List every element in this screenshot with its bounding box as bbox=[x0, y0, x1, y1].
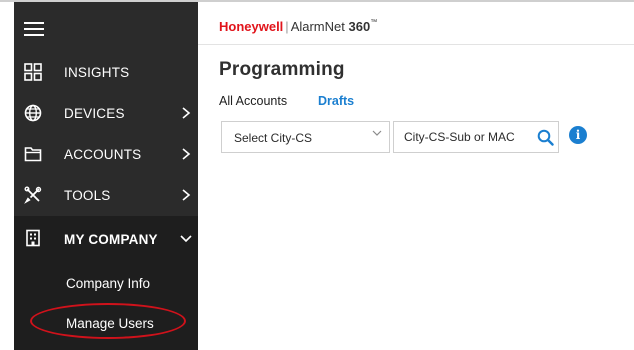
chevron-right-icon bbox=[182, 107, 191, 119]
sidebar: INSIGHTS DEVICES ACCOUNTS TOOLS MY COMPA… bbox=[14, 2, 198, 350]
my-company-submenu: Company Info Manage Users bbox=[14, 262, 198, 350]
tab-all-accounts[interactable]: All Accounts bbox=[219, 94, 287, 108]
sidebar-item-label: INSIGHTS bbox=[64, 64, 130, 80]
sidebar-item-label: DEVICES bbox=[64, 105, 125, 121]
brand-name: Honeywell bbox=[219, 19, 284, 34]
hamburger-menu-icon[interactable] bbox=[24, 21, 44, 37]
top-header: Honeywell | AlarmNet 360™ bbox=[198, 2, 634, 45]
sidebar-item-devices[interactable]: DEVICES bbox=[14, 93, 198, 133]
sidebar-item-tools[interactable]: TOOLS bbox=[14, 175, 198, 215]
city-cs-select[interactable]: Select City-CS bbox=[221, 121, 390, 153]
sidebar-item-insights[interactable]: INSIGHTS bbox=[14, 52, 198, 92]
select-value: Select City-CS bbox=[234, 131, 313, 145]
brand-logo: Honeywell | AlarmNet 360™ bbox=[219, 19, 377, 34]
search-icon[interactable] bbox=[537, 129, 554, 146]
sidebar-item-label: TOOLS bbox=[64, 187, 111, 203]
submenu-item-manage-users[interactable]: Manage Users bbox=[14, 308, 198, 340]
building-icon bbox=[26, 229, 40, 247]
sidebar-item-label: ACCOUNTS bbox=[64, 146, 142, 162]
sidebar-item-accounts[interactable]: ACCOUNTS bbox=[14, 134, 198, 174]
product-name: AlarmNet 360™ bbox=[291, 19, 378, 34]
submenu-item-company-info[interactable]: Company Info bbox=[14, 268, 198, 300]
folder-icon bbox=[24, 147, 42, 162]
chevron-down-icon bbox=[180, 235, 192, 243]
chevron-right-icon bbox=[182, 189, 191, 201]
grid-icon bbox=[24, 63, 42, 81]
search-input[interactable] bbox=[394, 122, 532, 152]
product-bold: 360 bbox=[348, 19, 371, 34]
product-prefix: AlarmNet bbox=[290, 19, 349, 34]
tools-icon bbox=[24, 186, 42, 204]
main-content: Honeywell | AlarmNet 360™ Programming All … bbox=[198, 2, 634, 350]
sidebar-item-label: MY COMPANY bbox=[64, 231, 158, 247]
tab-drafts[interactable]: Drafts bbox=[318, 94, 354, 108]
submenu-item-label: Manage Users bbox=[66, 316, 154, 331]
brand-separator: | bbox=[285, 19, 289, 34]
globe-icon bbox=[24, 104, 42, 122]
sidebar-item-my-company[interactable]: MY COMPANY bbox=[14, 216, 198, 262]
info-icon[interactable]: i bbox=[569, 126, 587, 144]
chevron-down-icon bbox=[372, 130, 382, 136]
chevron-right-icon bbox=[182, 148, 191, 160]
page-title: Programming bbox=[219, 59, 345, 80]
trademark-symbol: ™ bbox=[370, 19, 378, 26]
search-field bbox=[393, 121, 559, 153]
submenu-item-label: Company Info bbox=[66, 276, 151, 291]
